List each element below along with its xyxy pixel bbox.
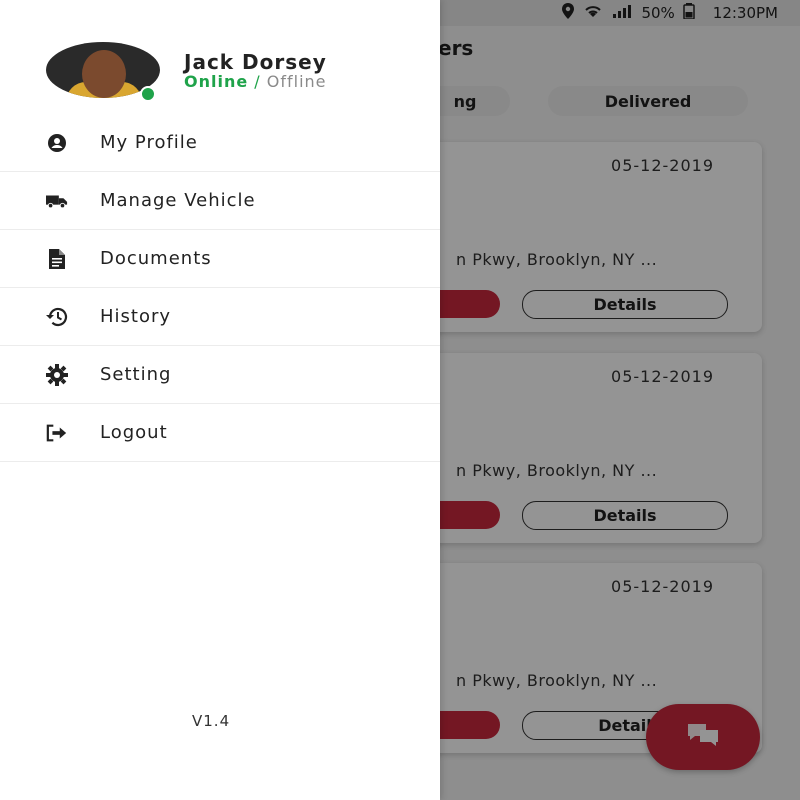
menu-item-manage-vehicle[interactable]: Manage Vehicle xyxy=(0,172,440,230)
status-toggle[interactable]: Online / Offline xyxy=(184,72,327,91)
profile-icon xyxy=(46,132,68,154)
menu-item-label: Logout xyxy=(100,422,168,443)
truck-icon xyxy=(46,190,68,212)
menu-item-label: Setting xyxy=(100,364,172,385)
status-online[interactable]: Online xyxy=(184,72,248,91)
gear-icon xyxy=(46,363,68,386)
menu-item-label: Documents xyxy=(100,248,212,269)
app-version: V1.4 xyxy=(192,712,231,730)
history-icon xyxy=(46,306,68,328)
menu-item-my-profile[interactable]: My Profile xyxy=(0,114,440,172)
menu-item-documents[interactable]: Documents xyxy=(0,230,440,288)
menu-item-label: History xyxy=(100,306,172,327)
status-separator: / xyxy=(248,72,267,91)
menu-item-logout[interactable]: Logout xyxy=(0,404,440,462)
navigation-drawer: Jack Dorsey Online / Offline My Profile … xyxy=(0,0,440,800)
document-icon xyxy=(46,248,68,270)
status-offline[interactable]: Offline xyxy=(267,72,327,91)
menu-item-history[interactable]: History xyxy=(0,288,440,346)
user-name: Jack Dorsey xyxy=(184,50,327,74)
menu-item-setting[interactable]: Setting xyxy=(0,346,440,404)
menu-item-label: Manage Vehicle xyxy=(100,190,256,211)
online-status-dot xyxy=(140,86,156,102)
menu-item-label: My Profile xyxy=(100,132,198,153)
logout-icon xyxy=(46,422,68,444)
drawer-menu: My Profile Manage Vehicle Documents Hist… xyxy=(0,114,440,462)
